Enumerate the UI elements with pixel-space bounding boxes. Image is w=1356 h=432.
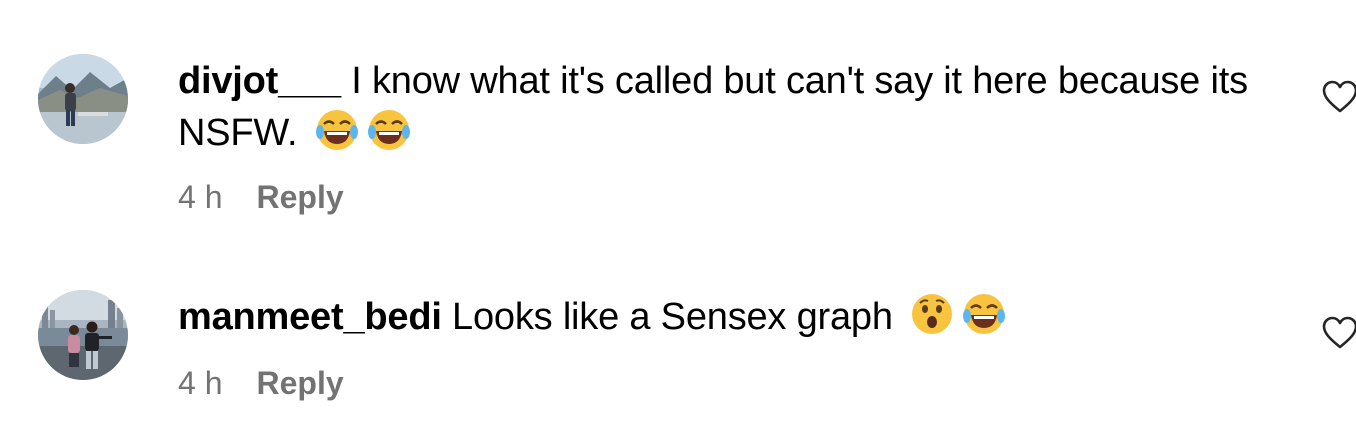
avatar[interactable] xyxy=(38,290,128,380)
avatar[interactable] xyxy=(38,54,128,144)
like-button[interactable] xyxy=(1322,316,1356,350)
comment-meta: 4 h Reply xyxy=(178,179,344,216)
reply-button[interactable]: Reply xyxy=(256,365,343,402)
comment-meta: 4 h Reply xyxy=(178,365,344,402)
face-with-tears-of-joy-icon xyxy=(961,291,1007,337)
comment-body: divjot___ I know what it's called but ca… xyxy=(178,55,1256,215)
heart-outline-icon xyxy=(1322,316,1356,349)
comment-timestamp: 4 h xyxy=(178,365,223,401)
astonished-face-icon xyxy=(909,291,955,337)
face-with-tears-of-joy-icon xyxy=(314,107,360,153)
comment-text-block: divjot___ I know what it's called but ca… xyxy=(178,55,1256,159)
comment-timestamp: 4 h xyxy=(178,179,223,215)
comment-username[interactable]: divjot___ xyxy=(178,60,341,102)
comment-text-block: manmeet_bedi Looks like a Sensex graph xyxy=(178,291,1256,343)
comment-text: Looks like a Sensex graph xyxy=(441,296,893,338)
face-with-tears-of-joy-icon xyxy=(366,107,412,153)
comment-body: manmeet_bedi Looks like a Sensex graph 4… xyxy=(178,291,1256,401)
like-button[interactable] xyxy=(1322,80,1356,114)
heart-outline-icon xyxy=(1322,80,1356,113)
reply-button[interactable]: Reply xyxy=(256,179,343,216)
comment-username[interactable]: manmeet_bedi xyxy=(178,296,442,338)
